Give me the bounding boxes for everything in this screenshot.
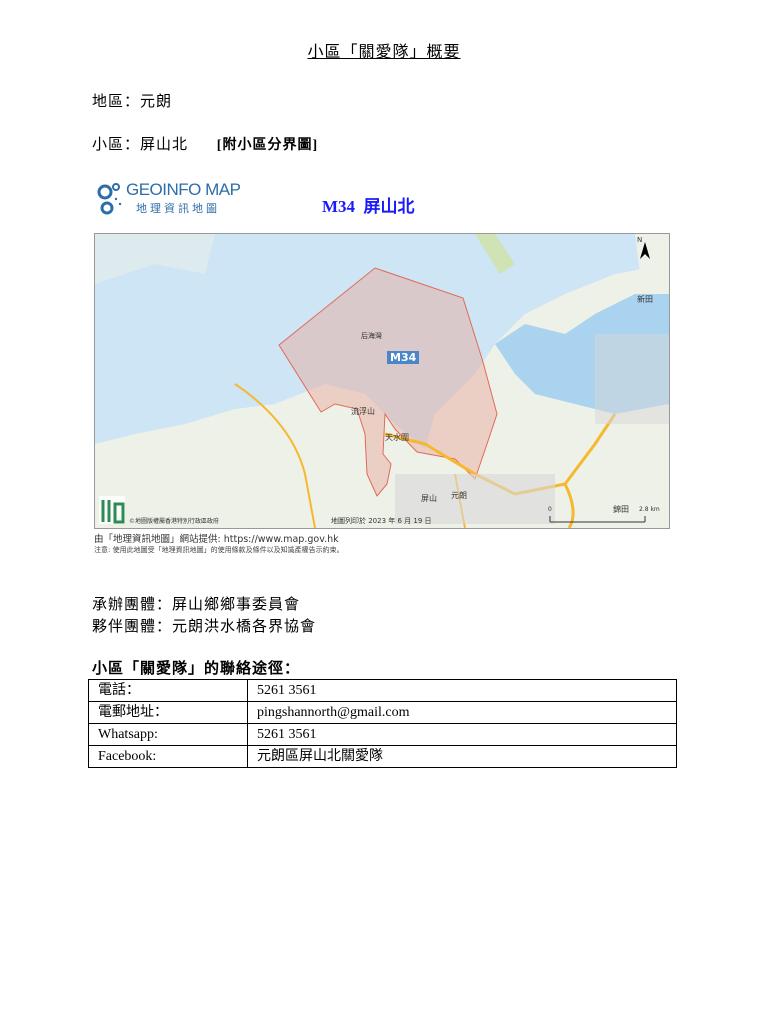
district-value: 元朗 — [140, 94, 173, 110]
map-copyright: ©地圖版權屬香港特別行政區政府 — [129, 518, 220, 525]
contact-key: Whatsapp: — [88, 723, 248, 746]
contact-whatsapp: 5261 3561 — [247, 723, 677, 746]
geoinfo-logo: GEOINFO MAP 地理資訊地圖 — [96, 180, 256, 216]
organizer-label: 承辦團體： — [92, 597, 173, 613]
subdistrict-label: 小區： — [92, 137, 141, 153]
boundary-map-image: GEOINFO MAP 地理資訊地圖 M34 屏山北 后海灣 M34 流浮山 天… — [92, 178, 672, 562]
geoinfo-logo-icon — [97, 183, 122, 215]
page-title: 小區「關愛隊」概要 — [307, 44, 461, 61]
boundary-map-link[interactable]: [附小區分界圖] — [217, 138, 318, 153]
map-scale-zero: 0 — [548, 506, 552, 513]
map-label-bay: 后海灣 — [361, 332, 382, 340]
logo-text-zh: 地理資訊地圖 — [136, 202, 220, 215]
contact-table: 電話： 5261 3561 電郵地址： pingshannorth@gmail.co… — [88, 679, 677, 768]
map-label-yuen-long: 元朗 — [451, 491, 467, 500]
contact-email[interactable]: pingshannorth@gmail.com — [247, 701, 677, 724]
map-print-date: 地圖列印於 2023 年 6 月 19 日 — [331, 517, 432, 525]
contact-key: 電話： — [88, 679, 248, 702]
table-row: 電郵地址： pingshannorth@gmail.com — [88, 701, 677, 724]
map-scale-label: 2.8 km — [639, 506, 660, 513]
map-code-title: M34 屏山北 — [322, 197, 415, 216]
map-frame: 后海灣 M34 流浮山 天水圍 屏山 元朗 新田 錦田 2.8 km 0 N ©… — [94, 233, 670, 529]
map-label-san-tin: 新田 — [637, 295, 653, 304]
contact-heading: 小區「關愛隊」的聯絡途徑： — [92, 661, 301, 677]
map-label-zone: M34 — [387, 351, 420, 364]
table-row: Facebook: 元朗區屏山北關愛隊 — [88, 745, 677, 768]
subdistrict-line: 小區：屏山北 [附小區分界圖] — [92, 133, 318, 154]
district-label: 地區： — [92, 94, 141, 110]
contact-key: 電郵地址： — [88, 701, 248, 724]
contact-facebook: 元朗區屏山北關愛隊 — [247, 745, 677, 768]
map-north-label: N — [637, 236, 643, 244]
table-row: Whatsapp: 5261 3561 — [88, 723, 677, 746]
map-source-caption: 由「地理資訊地圖」網站提供: https://www.map.gov.hk — [94, 534, 339, 545]
subdistrict-value: 屏山北 — [140, 137, 189, 153]
map-label-ping-shan: 屏山 — [421, 494, 437, 503]
contact-key: Facebook: — [88, 745, 248, 768]
map-label-kam-tin: 錦田 — [613, 505, 629, 514]
contact-phone: 5261 3561 — [247, 679, 677, 702]
district-line: 地區：元朗 — [92, 90, 172, 111]
partner-value: 元朗洪水橋各界協會 — [172, 619, 317, 635]
partner-label: 夥伴團體： — [92, 619, 173, 635]
hk-gov-logo — [99, 496, 125, 524]
logo-text-en: GEOINFO MAP — [126, 180, 241, 199]
table-row: 電話： 5261 3561 — [88, 679, 677, 702]
map-terms-caption: 注意: 使用此地圖受「地理資訊地圖」的使用條款及條件以及知識產權告示約束。 — [94, 546, 344, 554]
organizer-line: 承辦團體：屏山鄉鄉事委員會 — [92, 593, 300, 614]
map-label-lau-fau-shan: 流浮山 — [351, 407, 375, 416]
map-graphic — [95, 234, 669, 528]
organizer-value: 屏山鄉鄉事委員會 — [172, 597, 301, 613]
partner-line: 夥伴團體：元朗洪水橋各界協會 — [92, 615, 316, 636]
map-label-tin-shui-wai: 天水圍 — [385, 433, 409, 442]
